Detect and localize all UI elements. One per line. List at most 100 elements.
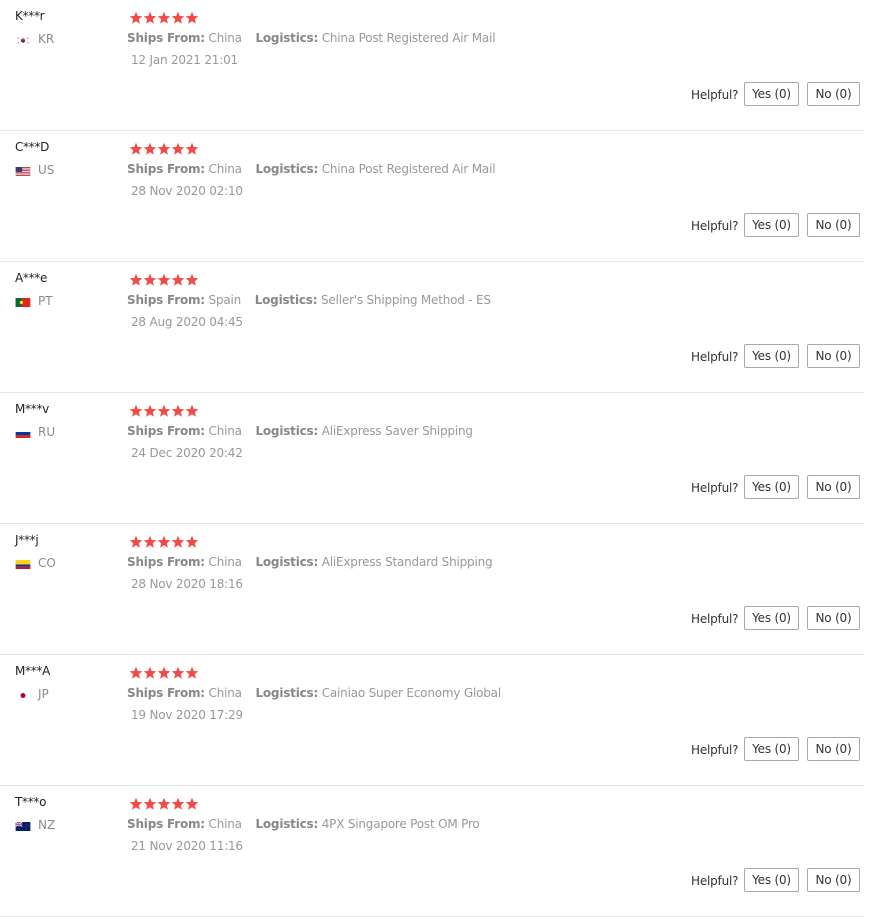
logistics-label: Logistics: (255, 424, 319, 438)
star-icon (129, 10, 143, 24)
country-code: RU (38, 425, 56, 439)
star-icon (157, 141, 171, 155)
ships-from-label: Ships From: (127, 686, 205, 700)
star-icon (171, 272, 185, 286)
ships-from-value: China (208, 555, 242, 569)
logistics-value: AliExpress Standard Shipping (321, 555, 493, 569)
reviews-list: K***r KR Ships From: China Logistics: Ch… (0, 0, 881, 917)
review-date: 28 Aug 2020 04:45 (131, 315, 243, 329)
star-icon (129, 796, 143, 810)
logistics-label: Logistics: (254, 293, 318, 307)
logistics-value: 4PX Singapore Post OM Pro (321, 817, 480, 831)
helpful-row: Helpful? Yes (0) No (0) (0, 344, 881, 368)
logistics-value: Cainiao Super Economy Global (321, 686, 501, 700)
review-date: 19 Nov 2020 17:29 (131, 708, 243, 722)
star-icon (157, 796, 171, 810)
logistics-label: Logistics: (255, 686, 319, 700)
star-icon (157, 534, 171, 548)
star-rating (129, 141, 199, 155)
country-code: NZ (38, 818, 56, 832)
helpful-yes-button[interactable]: Yes (0) (744, 344, 799, 368)
pt-flag-icon (15, 296, 33, 307)
reviewer-name: M***A (15, 664, 51, 678)
helpful-no-button[interactable]: No (0) (807, 868, 860, 892)
star-icon (185, 534, 199, 548)
review-item: T***o NZ Ships From: China Logistics: 4P… (0, 786, 881, 917)
logistics-label: Logistics: (255, 817, 319, 831)
reviewer-name: C***D (15, 140, 50, 154)
helpful-no-button[interactable]: No (0) (807, 213, 860, 237)
review-item: M***A JP Ships From: China Logistics: Ca… (0, 655, 881, 786)
star-icon (129, 272, 143, 286)
ships-from-value: China (208, 686, 242, 700)
logistics-value: China Post Registered Air Mail (321, 31, 496, 45)
star-icon (143, 10, 157, 24)
star-icon (171, 796, 185, 810)
reviewer-country: JP (15, 687, 49, 701)
reviewer-name: T***o (15, 795, 47, 809)
helpful-row: Helpful? Yes (0) No (0) (0, 82, 881, 106)
ru-flag-icon (15, 427, 33, 438)
shipping-info: Ships From: China Logistics: AliExpress … (127, 555, 493, 569)
star-rating (129, 10, 199, 24)
star-icon (157, 665, 171, 679)
star-icon (185, 796, 199, 810)
star-icon (185, 403, 199, 417)
review-date: 24 Dec 2020 20:42 (131, 446, 243, 460)
helpful-row: Helpful? Yes (0) No (0) (0, 475, 881, 499)
helpful-no-button[interactable]: No (0) (807, 606, 860, 630)
reviewer-country: NZ (15, 818, 55, 832)
helpful-yes-button[interactable]: Yes (0) (744, 475, 799, 499)
helpful-label: Helpful? (691, 743, 739, 757)
shipping-info: Ships From: China Logistics: China Post … (127, 31, 496, 45)
star-icon (185, 141, 199, 155)
review-item: J***j CO Ships From: China Logistics: Al… (0, 524, 881, 655)
helpful-yes-button[interactable]: Yes (0) (744, 868, 799, 892)
star-icon (129, 403, 143, 417)
helpful-no-button[interactable]: No (0) (807, 475, 860, 499)
helpful-yes-button[interactable]: Yes (0) (744, 606, 799, 630)
star-icon (171, 141, 185, 155)
star-icon (143, 534, 157, 548)
helpful-row: Helpful? Yes (0) No (0) (0, 213, 881, 237)
country-code: US (38, 163, 55, 177)
star-rating (129, 272, 199, 286)
logistics-label: Logistics: (255, 162, 319, 176)
helpful-no-button[interactable]: No (0) (807, 82, 860, 106)
helpful-label: Helpful? (691, 612, 739, 626)
country-code: KR (38, 32, 55, 46)
star-icon (143, 272, 157, 286)
helpful-yes-button[interactable]: Yes (0) (744, 82, 799, 106)
helpful-label: Helpful? (691, 219, 739, 233)
star-icon (129, 534, 143, 548)
helpful-yes-button[interactable]: Yes (0) (744, 213, 799, 237)
review-date: 28 Nov 2020 18:16 (131, 577, 243, 591)
jp-flag-icon (15, 689, 33, 700)
helpful-label: Helpful? (691, 350, 739, 364)
reviewer-country: RU (15, 425, 55, 439)
shipping-info: Ships From: China Logistics: 4PX Singapo… (127, 817, 480, 831)
helpful-no-button[interactable]: No (0) (807, 344, 860, 368)
star-icon (171, 534, 185, 548)
shipping-info: Ships From: Spain Logistics: Seller's Sh… (127, 293, 491, 307)
reviewer-name: J***j (15, 533, 39, 547)
star-icon (171, 665, 185, 679)
star-icon (157, 403, 171, 417)
review-item: C***D US Ships From: China Logistics: Ch… (0, 131, 881, 262)
helpful-no-button[interactable]: No (0) (807, 737, 860, 761)
ships-from-value: China (208, 424, 242, 438)
country-code: JP (38, 687, 49, 701)
star-icon (129, 141, 143, 155)
star-icon (129, 665, 143, 679)
kr-flag-icon (15, 34, 33, 45)
logistics-label: Logistics: (255, 31, 319, 45)
ships-from-label: Ships From: (127, 555, 205, 569)
star-icon (157, 272, 171, 286)
logistics-value: Seller's Shipping Method - ES (320, 293, 491, 307)
reviewer-name: A***e (15, 271, 48, 285)
helpful-yes-button[interactable]: Yes (0) (744, 737, 799, 761)
review-item: A***e PT Ships From: Spain Logistics: Se… (0, 262, 881, 393)
logistics-value: AliExpress Saver Shipping (321, 424, 473, 438)
reviewer-country: CO (15, 556, 56, 570)
shipping-info: Ships From: China Logistics: Cainiao Sup… (127, 686, 501, 700)
